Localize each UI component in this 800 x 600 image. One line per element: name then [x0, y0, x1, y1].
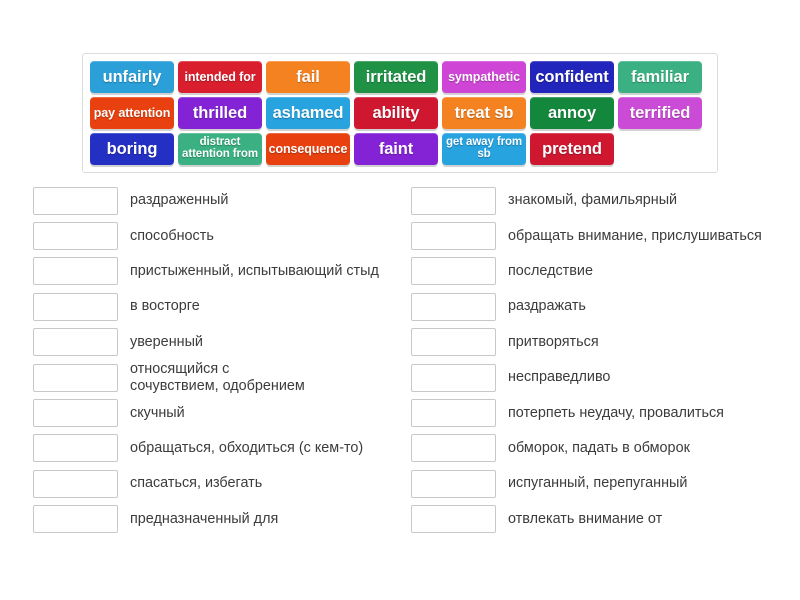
- word-tile[interactable]: pay attention: [90, 97, 174, 129]
- answer-row: предназначенный для: [33, 502, 411, 537]
- term-label: в восторге: [130, 298, 200, 315]
- answer-row: испуганный, перепуганный: [411, 466, 789, 501]
- word-tile[interactable]: unfairly: [90, 61, 174, 93]
- drop-slot[interactable]: [411, 469, 496, 498]
- word-tile[interactable]: boring: [90, 133, 174, 165]
- word-tile[interactable]: consequence: [266, 133, 350, 165]
- word-tile[interactable]: ashamed: [266, 97, 350, 129]
- answer-row: обращать внимание, прислушиваться: [411, 218, 789, 253]
- term-label: спасаться, избегать: [130, 475, 263, 492]
- term-label: знакомый, фамильярный: [508, 192, 678, 209]
- word-tile[interactable]: treat sb: [442, 97, 526, 129]
- answer-row: обморок, падать в обморок: [411, 431, 789, 466]
- word-tile[interactable]: irritated: [354, 61, 438, 93]
- term-label: относящийся с сочувствием, одобрением: [130, 360, 305, 394]
- drop-slot[interactable]: [33, 434, 118, 463]
- drop-slot[interactable]: [411, 257, 496, 286]
- term-label: скучный: [130, 404, 185, 421]
- word-tile[interactable]: intended for: [178, 61, 262, 93]
- term-label: потерпеть неудачу, провалиться: [508, 404, 724, 421]
- term-label: притворяться: [508, 333, 599, 350]
- drop-slot[interactable]: [33, 399, 118, 428]
- answer-row: уверенный: [33, 325, 411, 360]
- term-label: последствие: [508, 262, 593, 279]
- term-label: обморок, падать в обморок: [508, 439, 690, 456]
- drop-slot[interactable]: [33, 222, 118, 251]
- term-label: уверенный: [130, 333, 203, 350]
- answer-columns: раздраженный способность пристыженный, исп…: [0, 183, 800, 537]
- term-label: раздражать: [508, 298, 586, 315]
- word-tile[interactable]: pretend: [530, 133, 614, 165]
- answer-row: потерпеть неудачу, провалиться: [411, 395, 789, 430]
- term-label: обращать внимание, прислушиваться: [508, 227, 762, 244]
- answer-row: раздражать: [411, 289, 789, 324]
- matching-exercise-page: unfairly intended for fail irritated sympath…: [0, 0, 800, 600]
- term-label: несправедливо: [508, 369, 611, 386]
- drop-slot[interactable]: [411, 363, 496, 392]
- word-tile-placeholder: [618, 133, 702, 165]
- word-tile[interactable]: annoy: [530, 97, 614, 129]
- answer-row: несправедливо: [411, 360, 789, 395]
- word-tile[interactable]: distract attention from: [178, 133, 262, 165]
- answer-row: последствие: [411, 254, 789, 289]
- drop-slot[interactable]: [33, 469, 118, 498]
- word-tile[interactable]: confident: [530, 61, 614, 93]
- word-tile[interactable]: ability: [354, 97, 438, 129]
- drop-slot[interactable]: [33, 505, 118, 534]
- answer-row: способность: [33, 218, 411, 253]
- answer-column-right: знакомый, фамильярный обращать внимание, …: [411, 183, 789, 537]
- word-tile[interactable]: sympathetic: [442, 61, 526, 93]
- term-label: обращаться, обходиться (с кем-то): [130, 439, 364, 456]
- word-tile[interactable]: get away from sb: [442, 133, 526, 165]
- drop-slot[interactable]: [33, 363, 118, 392]
- word-tile[interactable]: familiar: [618, 61, 702, 93]
- term-label: испуганный, перепуганный: [508, 475, 688, 492]
- answer-row: спасаться, избегать: [33, 466, 411, 501]
- drop-slot[interactable]: [411, 505, 496, 534]
- word-tile-bank: unfairly intended for fail irritated sympath…: [82, 53, 718, 173]
- term-label: отвлекать внимание от: [508, 510, 663, 527]
- term-label: раздраженный: [130, 192, 229, 209]
- answer-column-left: раздраженный способность пристыженный, исп…: [33, 183, 411, 537]
- answer-row: обращаться, обходиться (с кем-то): [33, 431, 411, 466]
- drop-slot[interactable]: [33, 292, 118, 321]
- term-label: предназначенный для: [130, 510, 279, 527]
- term-label: пристыженный, испытывающий стыд: [130, 262, 379, 279]
- word-tile[interactable]: terrified: [618, 97, 702, 129]
- drop-slot[interactable]: [411, 328, 496, 357]
- drop-slot[interactable]: [411, 434, 496, 463]
- answer-row: относящийся с сочувствием, одобрением: [33, 360, 411, 395]
- answer-row: скучный: [33, 395, 411, 430]
- drop-slot[interactable]: [33, 257, 118, 286]
- drop-slot[interactable]: [411, 399, 496, 428]
- drop-slot[interactable]: [33, 186, 118, 215]
- drop-slot[interactable]: [411, 222, 496, 251]
- drop-slot[interactable]: [411, 292, 496, 321]
- answer-row: отвлекать внимание от: [411, 502, 789, 537]
- answer-row: знакомый, фамильярный: [411, 183, 789, 218]
- term-label: способность: [130, 227, 214, 244]
- answer-row: раздраженный: [33, 183, 411, 218]
- answer-row: в восторге: [33, 289, 411, 324]
- drop-slot[interactable]: [411, 186, 496, 215]
- answer-row: пристыженный, испытывающий стыд: [33, 254, 411, 289]
- word-tile[interactable]: fail: [266, 61, 350, 93]
- answer-row: притворяться: [411, 325, 789, 360]
- word-tile[interactable]: faint: [354, 133, 438, 165]
- drop-slot[interactable]: [33, 328, 118, 357]
- word-tile[interactable]: thrilled: [178, 97, 262, 129]
